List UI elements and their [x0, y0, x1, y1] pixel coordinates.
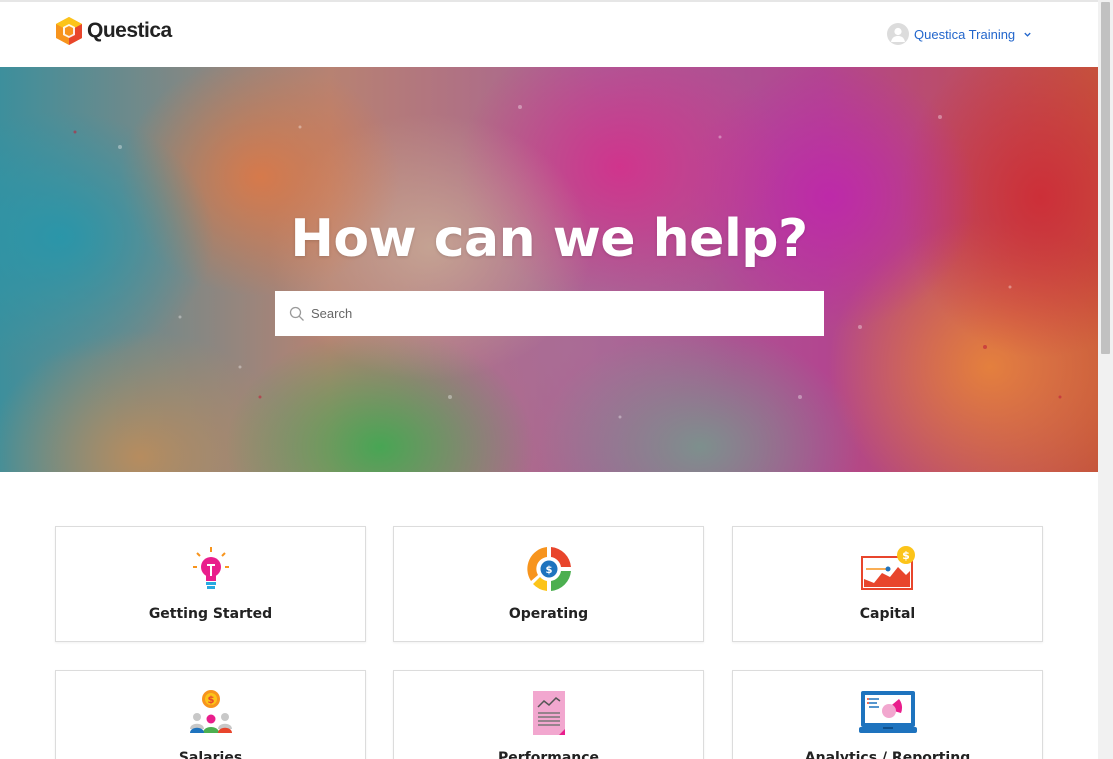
analytics-monitor-icon — [733, 689, 1042, 737]
svg-text:$: $ — [902, 549, 910, 562]
category-card-analytics-reporting[interactable]: Analytics / Reporting — [732, 670, 1043, 759]
search-box[interactable] — [275, 291, 824, 336]
category-card-performance[interactable]: Performance — [393, 670, 704, 759]
capital-chart-icon: $ — [733, 545, 1042, 593]
hero-banner: How can we help? — [0, 67, 1098, 472]
lightbulb-icon — [56, 545, 365, 593]
user-name: Questica Training — [914, 26, 1016, 42]
category-label: Performance — [497, 750, 600, 759]
avatar — [887, 23, 909, 45]
search-icon — [288, 305, 305, 322]
people-dollar-icon: $ — [56, 689, 365, 737]
category-label: Operating — [508, 606, 589, 622]
svg-text:$: $ — [207, 695, 214, 706]
scrollbar-thumb[interactable] — [1101, 2, 1110, 354]
performance-report-icon — [394, 689, 703, 737]
logo-text: Questica — [87, 19, 172, 42]
category-label: Capital — [859, 606, 916, 622]
user-menu[interactable]: Questica Training — [887, 23, 1032, 45]
category-card-operating[interactable]: $ Operating — [393, 526, 704, 642]
hero-title: How can we help? — [290, 209, 808, 269]
search-input[interactable] — [311, 306, 811, 321]
category-label: Getting Started — [148, 606, 273, 622]
questica-logo[interactable]: Questica — [54, 16, 172, 46]
site-header: Questica Questica Training — [0, 2, 1098, 67]
category-label: Analytics / Reporting — [804, 750, 971, 759]
hero-background-texture — [73, 105, 1062, 419]
user-avatar-icon — [891, 27, 905, 42]
page-scrollbar[interactable] — [1098, 0, 1113, 759]
svg-text:$: $ — [545, 565, 552, 576]
chevron-down-icon — [1024, 32, 1031, 37]
donut-dollar-icon: $ — [394, 545, 703, 593]
category-card-salaries[interactable]: $ Salaries — [55, 670, 366, 759]
category-label: Salaries — [178, 750, 243, 759]
category-card-capital[interactable]: $ Capital — [732, 526, 1043, 642]
questica-cube-icon — [56, 17, 82, 45]
category-card-getting-started[interactable]: Getting Started — [55, 526, 366, 642]
